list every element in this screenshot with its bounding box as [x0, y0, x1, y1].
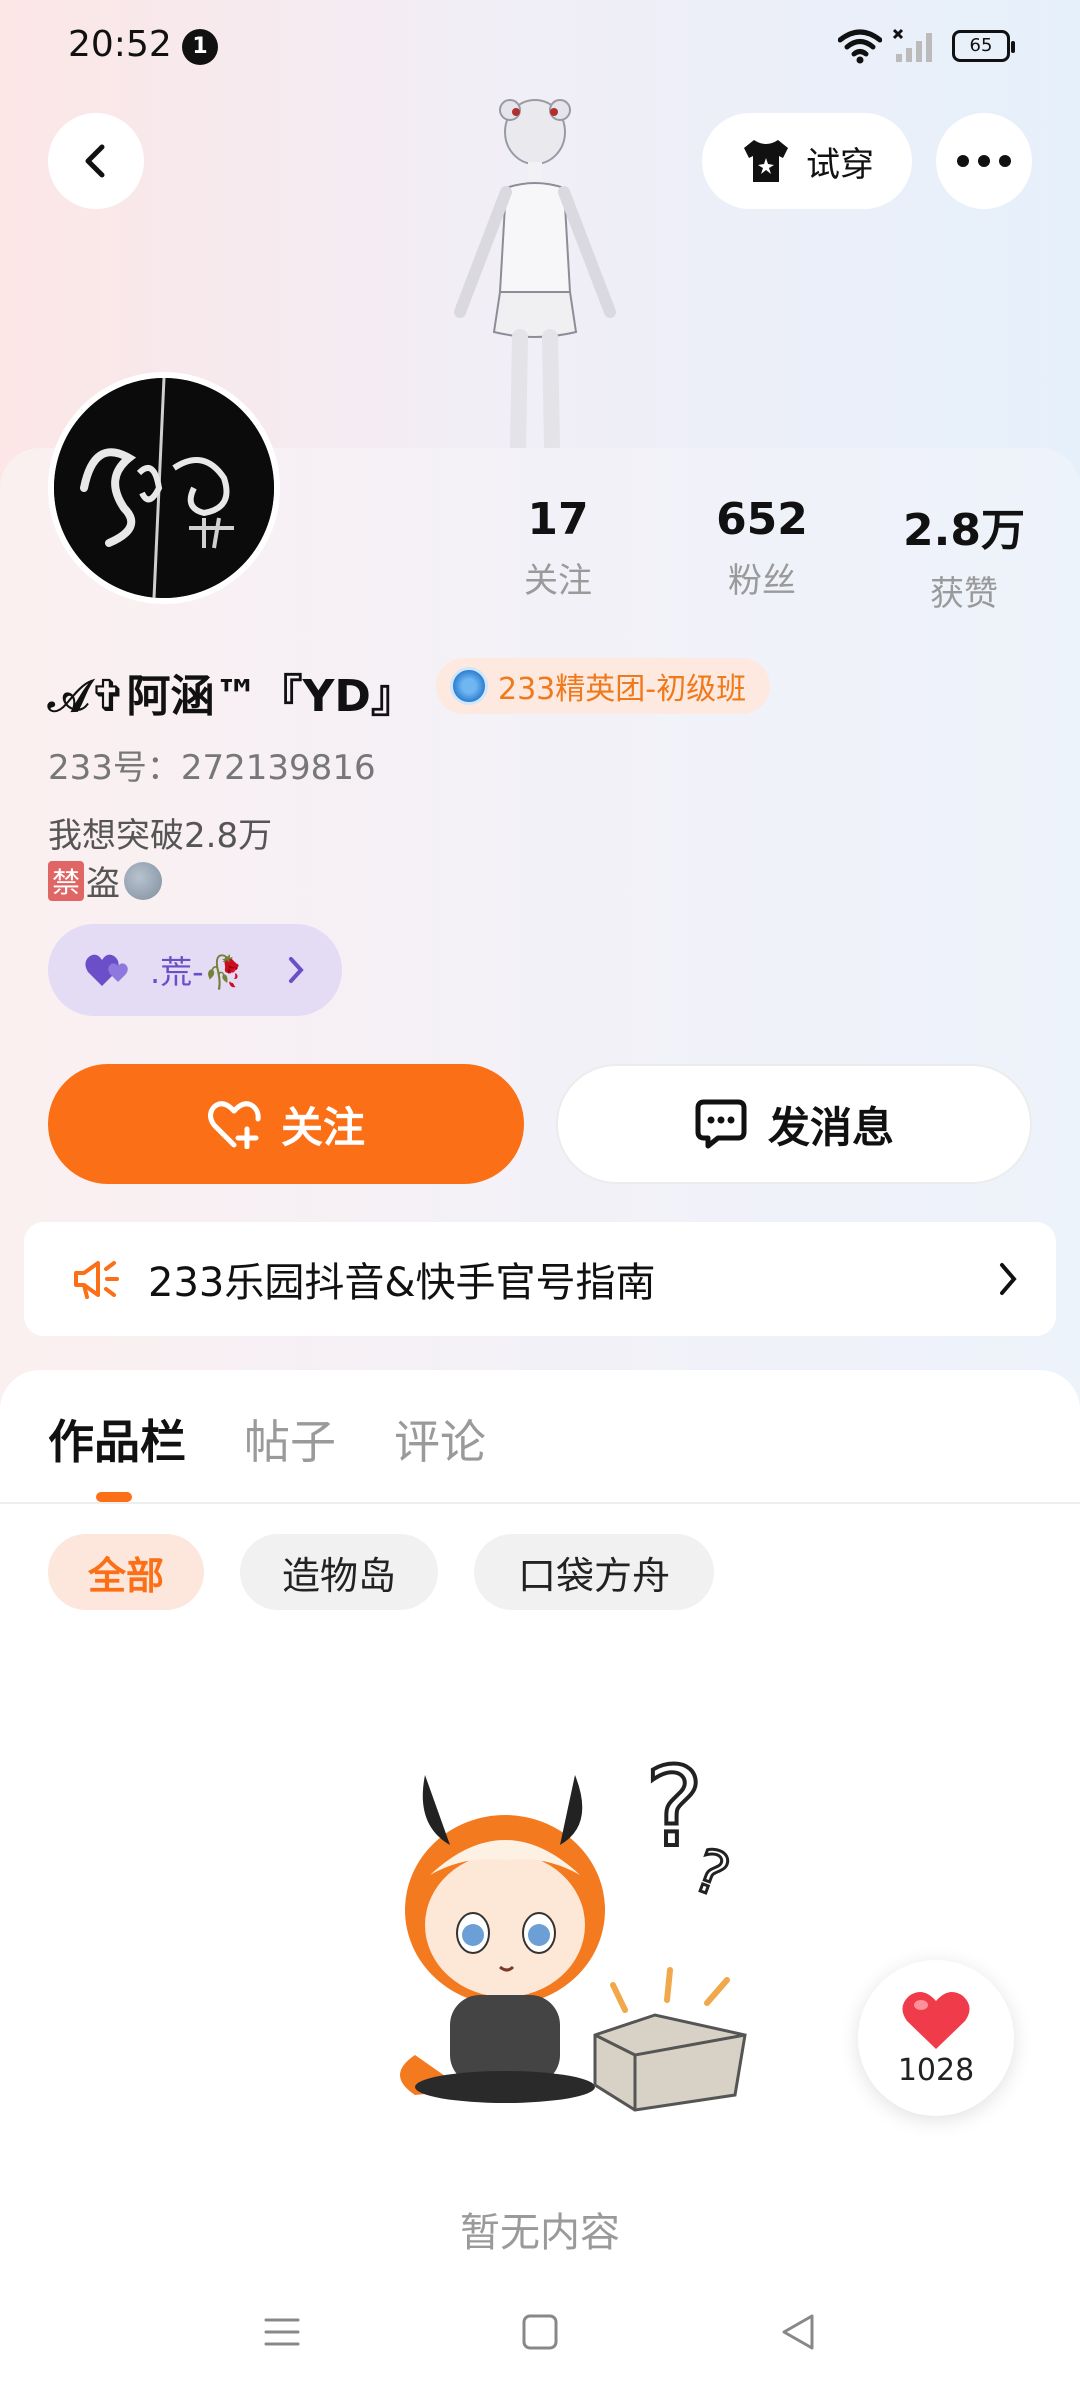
chevron-right-icon: [289, 957, 304, 983]
hearts-icon: [85, 954, 128, 986]
stat-following[interactable]: 17 关注: [478, 494, 638, 602]
chevron-right-icon: [1000, 1263, 1017, 1295]
ban-tag: 禁: [48, 860, 85, 901]
message-label: 发消息: [767, 1102, 894, 1152]
menu-icon[interactable]: [262, 2312, 302, 2352]
follow-label: 关注: [280, 1102, 365, 1152]
tab-posts[interactable]: 帖子: [244, 1406, 336, 1472]
avatar[interactable]: [48, 372, 280, 604]
follow-button[interactable]: 关注: [48, 1064, 524, 1184]
megaphone-icon: [74, 1261, 119, 1299]
moon-face-icon: [124, 861, 163, 900]
try-on-label: 试穿: [806, 144, 874, 185]
empty-state-text: 暂无内容: [460, 2210, 620, 2256]
active-tab-indicator: [96, 1492, 132, 1502]
battery-icon: 65: [952, 30, 1015, 62]
signal-icon: [892, 28, 932, 62]
like-float-button[interactable]: 1028: [858, 1960, 1014, 2116]
user-id: 233号：272139816: [48, 748, 376, 788]
stat-following-value: 17: [527, 494, 589, 545]
chevron-left-icon: [85, 144, 105, 178]
filter-creation-island[interactable]: 造物岛: [240, 1534, 438, 1610]
svg-text:?: ?: [645, 1743, 703, 1871]
wifi-icon: [838, 29, 882, 64]
back-triangle-icon[interactable]: [778, 2312, 818, 2352]
tab-works[interactable]: 作品栏: [48, 1406, 186, 1472]
bio-line-1: 我想突破2.8万: [48, 816, 273, 856]
more-button[interactable]: [936, 113, 1032, 209]
heart-icon: [902, 1991, 970, 2049]
battery-level: 65: [969, 35, 993, 56]
avatar-3d-character[interactable]: [430, 92, 640, 452]
like-count: 1028: [897, 2052, 975, 2088]
stat-fans[interactable]: 652 粉丝: [682, 494, 842, 602]
stat-likes[interactable]: 2.8万 获赞: [884, 494, 1044, 615]
announcement-text: 233乐园抖音&快手官号指南: [148, 1260, 656, 1306]
status-time: 20:52: [68, 24, 172, 65]
stat-likes-label: 获赞: [930, 574, 998, 614]
home-square-icon[interactable]: [520, 2312, 560, 2352]
back-button[interactable]: [48, 113, 144, 209]
stat-following-label: 关注: [524, 561, 592, 601]
more-dots-icon: [957, 155, 1011, 167]
stat-fans-label: 粉丝: [728, 561, 796, 601]
elite-group-badge[interactable]: 233精英团-初级班: [436, 658, 771, 714]
bio-line-2-text: 盗: [86, 864, 121, 904]
group-pill[interactable]: .荒-🥀: [48, 924, 342, 1016]
tab-divider: [0, 1502, 1080, 1504]
tshirt-icon: [744, 140, 788, 182]
empty-state-illustration: ? ?: [400, 1741, 747, 2112]
heart-plus-icon: [207, 1101, 261, 1149]
filter-pocket-ark[interactable]: 口袋方舟: [474, 1534, 714, 1610]
medal-icon: [450, 667, 488, 705]
tab-bar: 作品栏 帖子 评论: [0, 1406, 1080, 1502]
username: 𝒜✞阿涵™『YD』: [48, 671, 415, 722]
notification-count-badge: 1: [182, 29, 218, 65]
badge-label: 233精英团-初级班: [498, 672, 747, 707]
filter-all[interactable]: 全部: [48, 1534, 204, 1610]
chat-bubble-icon: [695, 1099, 747, 1149]
try-on-button[interactable]: 试穿: [702, 113, 912, 209]
announcement-bar[interactable]: 233乐园抖音&快手官号指南: [24, 1222, 1056, 1336]
bio-line-2: 禁 盗: [48, 856, 163, 905]
stat-likes-value: 2.8万: [903, 505, 1025, 556]
status-bar: 20:52 1 65: [0, 0, 1080, 96]
system-nav-bar: [0, 2290, 1080, 2400]
message-button[interactable]: 发消息: [556, 1064, 1032, 1184]
group-name: .荒-🥀: [150, 953, 244, 991]
tab-comments[interactable]: 评论: [394, 1406, 486, 1472]
stat-fans-value: 652: [716, 494, 808, 545]
avatar-image: [54, 378, 274, 598]
